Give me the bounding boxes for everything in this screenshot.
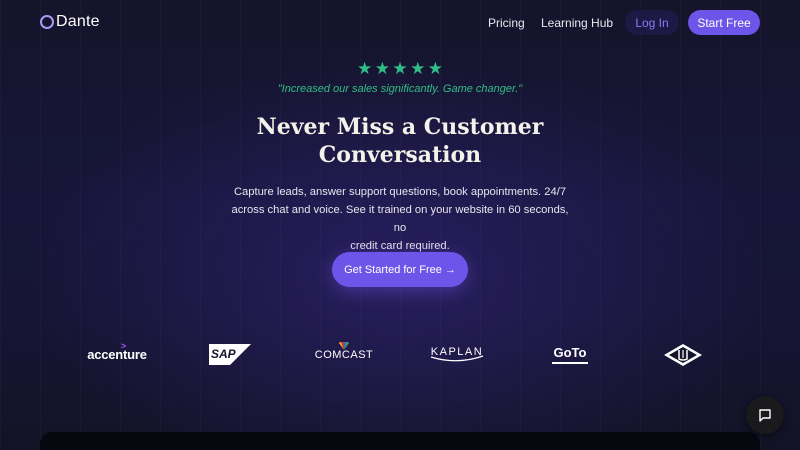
star-icon: ★: [357, 59, 373, 78]
chat-widget-button[interactable]: [746, 396, 784, 434]
universal-audio-emblem-icon: [664, 344, 702, 366]
peacock-icon: [339, 342, 349, 350]
description-line-2: across chat and voice. See it trained on…: [231, 204, 569, 234]
nav-link-pricing[interactable]: Pricing: [488, 16, 525, 30]
nav-link-learning-hub[interactable]: Learning Hub: [541, 16, 613, 30]
headline-line-2: Conversation: [318, 142, 482, 168]
sap-wordmark: SAP: [211, 347, 236, 361]
demo-preview-panel: [40, 432, 760, 450]
sap-logo: SAP: [209, 344, 251, 365]
goto-logo: GoTo: [552, 345, 588, 364]
universal-audio-logo: [664, 344, 702, 366]
kaplan-swoosh-icon: [430, 355, 484, 362]
testimonial-quote: "Increased our sales significantly. Game…: [277, 83, 523, 95]
accenture-logo: > accenture: [86, 341, 148, 362]
kaplan-logo: KAPLAN: [429, 346, 485, 362]
brand-name: Dante: [56, 13, 100, 30]
hero-headline: Never Miss a Customer Conversation: [200, 113, 600, 169]
star-icon: ★: [392, 59, 408, 78]
accenture-caret-icon: >: [121, 341, 127, 351]
rating-stars: ★ ★ ★ ★ ★: [357, 60, 443, 77]
top-navigation: Dante Pricing Learning Hub Log In Start …: [0, 0, 800, 44]
start-free-button[interactable]: Start Free: [688, 10, 760, 35]
star-icon: ★: [410, 59, 426, 78]
hero-description: Capture leads, answer support questions,…: [228, 183, 572, 255]
goto-underline-icon: [552, 362, 588, 364]
star-icon: ★: [427, 59, 443, 78]
description-line-1: Capture leads, answer support questions,…: [233, 186, 567, 198]
accenture-wordmark: accenture: [87, 347, 147, 362]
star-icon: ★: [374, 59, 390, 78]
chat-bubble-icon: [759, 409, 771, 422]
description-line-3: credit card required.: [350, 240, 450, 252]
brand-logo[interactable]: Dante: [40, 13, 100, 31]
comcast-wordmark: COMCAST: [314, 349, 374, 361]
login-button[interactable]: Log In: [625, 10, 679, 35]
dante-ring-icon: [40, 15, 54, 29]
get-started-button[interactable]: Get Started for Free →: [332, 252, 468, 287]
goto-wordmark: GoTo: [553, 345, 587, 360]
headline-line-1: Never Miss a Customer: [256, 114, 544, 140]
comcast-logo: COMCAST: [314, 342, 374, 361]
